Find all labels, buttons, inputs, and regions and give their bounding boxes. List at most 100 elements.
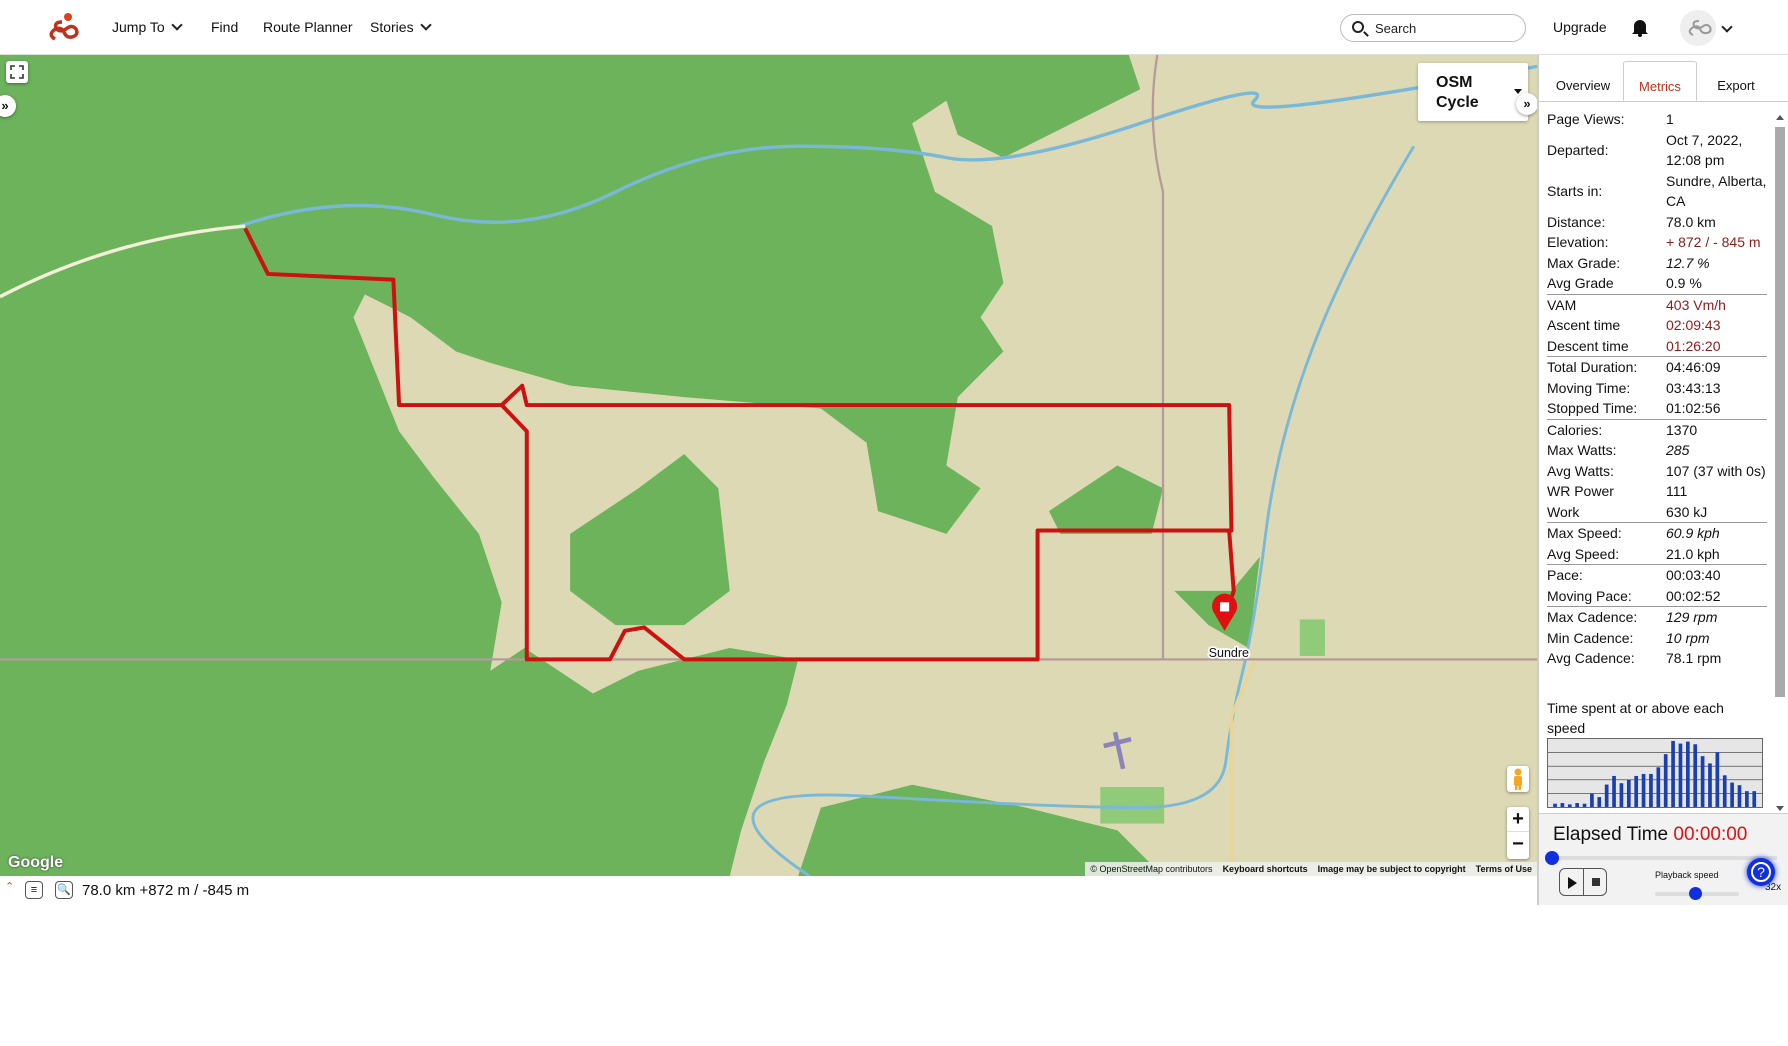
logo-icon[interactable] <box>46 12 82 42</box>
metric-row: Pace: 00:03:40 <box>1547 564 1767 586</box>
scroll-up-arrow[interactable] <box>1776 115 1784 120</box>
metric-row: VAM 403 Vm/h <box>1547 293 1767 316</box>
metric-value: Oct 7, 2022, 12:08 pm <box>1666 131 1743 169</box>
timeline-slider[interactable] <box>1545 851 1777 865</box>
metric-value: 403 Vm/h <box>1666 296 1726 313</box>
metric-row: Max Watts: 285 <box>1547 440 1767 461</box>
metric-row: Work 630 kJ <box>1547 502 1767 523</box>
speed-histogram <box>1547 738 1763 808</box>
status-bar: ⌃ ≡ 🔍 78.0 km +872 m / -845 m <box>0 876 1537 906</box>
histogram-bar <box>1553 803 1557 807</box>
map-canvas[interactable]: Sundre <box>0 55 1537 876</box>
histogram-title: Time spent at or above each speed <box>1547 700 1724 736</box>
metric-row: Avg Grade 0.9 % <box>1547 273 1767 294</box>
scroll-down-arrow[interactable] <box>1776 806 1784 811</box>
metric-label: Starts in: <box>1547 182 1603 199</box>
metric-label: Work <box>1547 503 1580 520</box>
avatar[interactable] <box>1680 10 1716 46</box>
upgrade-link[interactable]: Upgrade <box>1553 19 1607 35</box>
map-layer-select[interactable]: OSM Cycle <box>1418 63 1528 121</box>
place-label: Sundre <box>1209 646 1249 660</box>
terms-link[interactable]: Terms of Use <box>1470 862 1537 876</box>
histogram-bar <box>1730 782 1734 807</box>
play-button[interactable] <box>1560 869 1584 895</box>
histogram-bar <box>1604 784 1609 807</box>
tab-metrics[interactable]: Metrics <box>1623 61 1697 101</box>
list-button[interactable]: ≡ <box>25 881 43 899</box>
metric-row: Total Duration: 04:46:09 <box>1547 356 1767 378</box>
map-attribution: © OpenStreetMap contributors Keyboard sh… <box>1085 862 1537 876</box>
search-input[interactable]: Search <box>1340 14 1526 42</box>
metric-label: Max Speed: <box>1547 525 1622 541</box>
metric-value: 78.1 rpm <box>1666 650 1722 666</box>
pegman-icon <box>1514 768 1522 790</box>
nav-label: Jump To <box>112 19 165 35</box>
metric-row: Avg Speed: 21.0 kph <box>1547 544 1767 565</box>
map[interactable]: Sundre » OSM Cycle » + − Google © OpenStr… <box>0 55 1537 876</box>
metric-value: 1 <box>1666 111 1674 127</box>
keyboard-shortcuts-link[interactable]: Keyboard shortcuts <box>1217 862 1313 876</box>
metric-label: Calories: <box>1547 421 1603 438</box>
metric-row: Departed: Oct 7, 2022, 12:08 pm <box>1547 130 1767 171</box>
account-chevron-icon[interactable] <box>1721 21 1733 33</box>
nav-jump-to[interactable]: Jump To <box>112 19 183 35</box>
histogram-bar <box>1619 783 1624 807</box>
metric-label: Departed: <box>1547 141 1609 158</box>
histogram-bar <box>1649 773 1653 807</box>
zoom-out-button[interactable]: − <box>1507 832 1529 856</box>
histogram-bar <box>1612 775 1616 807</box>
metric-value: 10 rpm <box>1666 629 1710 646</box>
scrollbar[interactable] <box>1774 113 1786 813</box>
avatar-cyclist-icon <box>1688 20 1712 36</box>
metric-value: 107 (37 with 0s) <box>1666 462 1766 479</box>
metric-value: Sundre, Alberta, CA <box>1666 172 1767 210</box>
stop-button[interactable] <box>1584 869 1607 895</box>
metric-value: + 872 / - 845 m <box>1666 234 1761 250</box>
histogram-bar <box>1663 754 1668 807</box>
metric-label: Avg Watts: <box>1547 462 1614 479</box>
nav-find[interactable]: Find <box>211 19 238 35</box>
zoom-in-button[interactable]: + <box>1507 807 1529 832</box>
histogram-bar <box>1582 803 1587 807</box>
metric-label: Pace: <box>1547 567 1583 583</box>
collapse-up-icon[interactable]: ⌃ <box>5 880 14 893</box>
nav-stories[interactable]: Stories <box>370 19 432 35</box>
help-button[interactable]: ? <box>1747 858 1775 886</box>
fullscreen-button[interactable] <box>6 61 28 83</box>
collapse-panel-button[interactable]: » <box>1516 93 1537 115</box>
histogram-bar <box>1626 779 1631 807</box>
stop-icon <box>1591 878 1600 886</box>
histogram-bar <box>1722 775 1727 807</box>
metric-row: Starts in: Sundre, Alberta, CA <box>1547 171 1767 212</box>
tab-overview[interactable]: Overview <box>1547 61 1619 101</box>
street-view-pegman[interactable] <box>1507 766 1529 792</box>
histogram-bar <box>1590 793 1594 807</box>
nav-label: Stories <box>370 19 414 35</box>
metric-value: 02:09:43 <box>1666 317 1721 333</box>
metric-label: Max Grade: <box>1547 254 1621 271</box>
metric-value: 21.0 kph <box>1666 545 1720 562</box>
metric-row: Avg Watts: 107 (37 with 0s) <box>1547 461 1767 482</box>
zoom-controls: + − <box>1507 807 1529 859</box>
bell-icon[interactable] <box>1631 17 1649 37</box>
histogram-bar <box>1575 803 1579 807</box>
tab-export[interactable]: Export <box>1701 61 1771 101</box>
scrollbar-thumb[interactable] <box>1775 127 1785 697</box>
park-area <box>1100 787 1165 824</box>
timeline-handle[interactable] <box>1545 851 1559 865</box>
speed-handle[interactable] <box>1689 887 1702 900</box>
speed-slider[interactable] <box>1655 887 1739 900</box>
metric-label: Avg Grade <box>1547 275 1614 291</box>
zoom-route-button[interactable]: 🔍 <box>55 881 73 899</box>
metric-row: Moving Time: 03:43:13 <box>1547 378 1767 399</box>
histogram-bar <box>1560 803 1565 807</box>
search-icon <box>1352 21 1364 33</box>
google-logo: Google <box>8 854 64 871</box>
metric-label: Elevation: <box>1547 234 1609 250</box>
osm-attribution[interactable]: © OpenStreetMap contributors <box>1085 862 1218 876</box>
nav-route-planner[interactable]: Route Planner <box>263 19 353 35</box>
park-area <box>1299 619 1325 656</box>
metric-value: 1370 <box>1666 421 1698 438</box>
metric-value: 01:02:56 <box>1666 400 1721 416</box>
metric-value: 129 rpm <box>1666 609 1718 625</box>
